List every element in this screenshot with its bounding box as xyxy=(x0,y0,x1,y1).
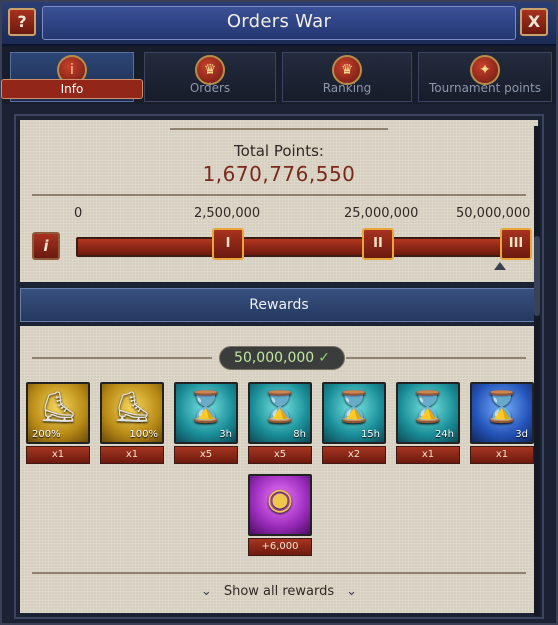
threshold-label: 50,000,000 xyxy=(456,206,531,221)
window-title: Orders War xyxy=(226,11,332,32)
ornament-divider xyxy=(32,572,526,574)
threshold-label: 2,500,000 xyxy=(194,206,261,221)
reward-item[interactable]: ⌛ 15h x2 xyxy=(322,382,386,466)
hourglass-icon: ⌛ 3d xyxy=(470,382,534,444)
reward-item[interactable]: ⌛ 3d x1 xyxy=(470,382,534,466)
item-tag: 3d xyxy=(515,429,528,440)
scrollbar-thumb[interactable] xyxy=(534,236,540,316)
points-progress-bar xyxy=(76,237,514,257)
tab-label: Ranking xyxy=(322,81,372,95)
item-quantity: x1 xyxy=(26,446,90,464)
tab-ranking[interactable]: ♛ Ranking xyxy=(282,52,412,102)
item-quantity: x5 xyxy=(174,446,238,464)
item-tag: 24h xyxy=(434,429,454,440)
total-points-value: 1,670,776,550 xyxy=(202,162,356,186)
hourglass-icon: ⌛ 8h xyxy=(248,382,312,444)
info-content: Total Points: 1,670,776,550 0 2,500,000 … xyxy=(14,114,544,619)
chevron-down-icon: ⌄ xyxy=(346,584,358,599)
reward-item[interactable]: ◉ +6,000 xyxy=(248,474,312,558)
hourglass-icon: ⌛ 3h xyxy=(174,382,238,444)
show-all-rewards-button[interactable]: ⌄ Show all rewards ⌄ xyxy=(20,584,538,599)
item-quantity: x5 xyxy=(248,446,312,464)
tab-label: Orders xyxy=(189,81,231,95)
tier-1-marker[interactable]: I xyxy=(212,228,244,260)
reward-item[interactable]: ⌛ 8h x5 xyxy=(248,382,312,466)
ornament-divider xyxy=(32,194,526,196)
threshold-label: 25,000,000 xyxy=(344,206,419,221)
scrollbar[interactable] xyxy=(534,126,540,616)
reward-item[interactable]: ⌛ 3h x5 xyxy=(174,382,238,466)
ornament-divider xyxy=(32,357,212,359)
item-glyph: ⌛ xyxy=(187,390,225,425)
help-button[interactable]: ? xyxy=(8,8,36,36)
item-glyph: ◉ xyxy=(266,482,294,517)
item-glyph: ⌛ xyxy=(261,390,299,425)
reward-item[interactable]: ⛸ 100% x1 xyxy=(100,382,164,466)
selected-tier-value: 50,000,000 xyxy=(234,350,315,366)
boots-icon: ⛸ 100% xyxy=(100,382,164,444)
item-tag: 200% xyxy=(32,429,61,440)
item-glyph: ⌛ xyxy=(409,390,447,425)
ornament-divider xyxy=(346,357,526,359)
title-bar: Orders War ? X xyxy=(2,2,556,46)
gold-coins-icon: ◉ xyxy=(248,474,312,536)
reward-item[interactable]: ⌛ 24h x1 xyxy=(396,382,460,466)
item-tag: 15h xyxy=(360,429,380,440)
rewards-panel: 50,000,000 ✓ ⛸ 200% x1 ⛸ 100% x1 ⌛ 3h x5… xyxy=(20,326,538,613)
item-glyph: ⛸ xyxy=(38,390,78,425)
show-all-rewards-label: Show all rewards xyxy=(223,584,335,599)
total-points-label: Total Points: xyxy=(234,142,324,160)
item-quantity: x1 xyxy=(100,446,164,464)
reward-item[interactable]: ⛸ 200% x1 xyxy=(26,382,90,466)
hourglass-icon: ⌛ 15h xyxy=(322,382,386,444)
item-glyph: ⌛ xyxy=(483,390,521,425)
tab-info[interactable]: i Info xyxy=(1,52,143,102)
item-glyph: ⌛ xyxy=(335,390,373,425)
ornament-divider xyxy=(170,128,388,130)
item-tag: 8h xyxy=(293,429,306,440)
boots-icon: ⛸ 200% xyxy=(26,382,90,444)
threshold-label: 0 xyxy=(74,206,83,221)
close-button[interactable]: X xyxy=(520,8,548,36)
selected-tier-pointer-icon xyxy=(494,262,506,270)
chevron-down-icon: ⌄ xyxy=(200,584,212,599)
item-quantity: x2 xyxy=(322,446,386,464)
tier-3-marker[interactable]: III xyxy=(500,228,532,260)
selected-tier-badge: 50,000,000 ✓ xyxy=(219,346,345,370)
item-tag: 3h xyxy=(219,429,232,440)
tab-orders[interactable]: ♛ Orders xyxy=(144,52,276,102)
item-tag: 100% xyxy=(129,429,158,440)
orders-war-window: Orders War ? X i Info ♛ Orders ♛ Ranking… xyxy=(0,0,558,625)
checkmark-icon: ✓ xyxy=(318,350,330,366)
hourglass-icon: ⌛ 24h xyxy=(396,382,460,444)
tab-bar: i Info ♛ Orders ♛ Ranking ✦ Tournament p… xyxy=(1,46,556,104)
tab-label: Tournament points xyxy=(429,81,541,95)
tier-2-marker[interactable]: II xyxy=(362,228,394,260)
item-quantity: x1 xyxy=(470,446,534,464)
info-button[interactable]: i xyxy=(32,232,60,260)
item-quantity: x1 xyxy=(396,446,460,464)
tab-label: Info xyxy=(1,79,143,99)
item-quantity: +6,000 xyxy=(248,538,312,556)
points-panel: Total Points: 1,670,776,550 0 2,500,000 … xyxy=(20,120,538,282)
tab-tournament-points[interactable]: ✦ Tournament points xyxy=(418,52,552,102)
rewards-header: Rewards xyxy=(20,288,538,322)
item-glyph: ⛸ xyxy=(112,390,152,425)
